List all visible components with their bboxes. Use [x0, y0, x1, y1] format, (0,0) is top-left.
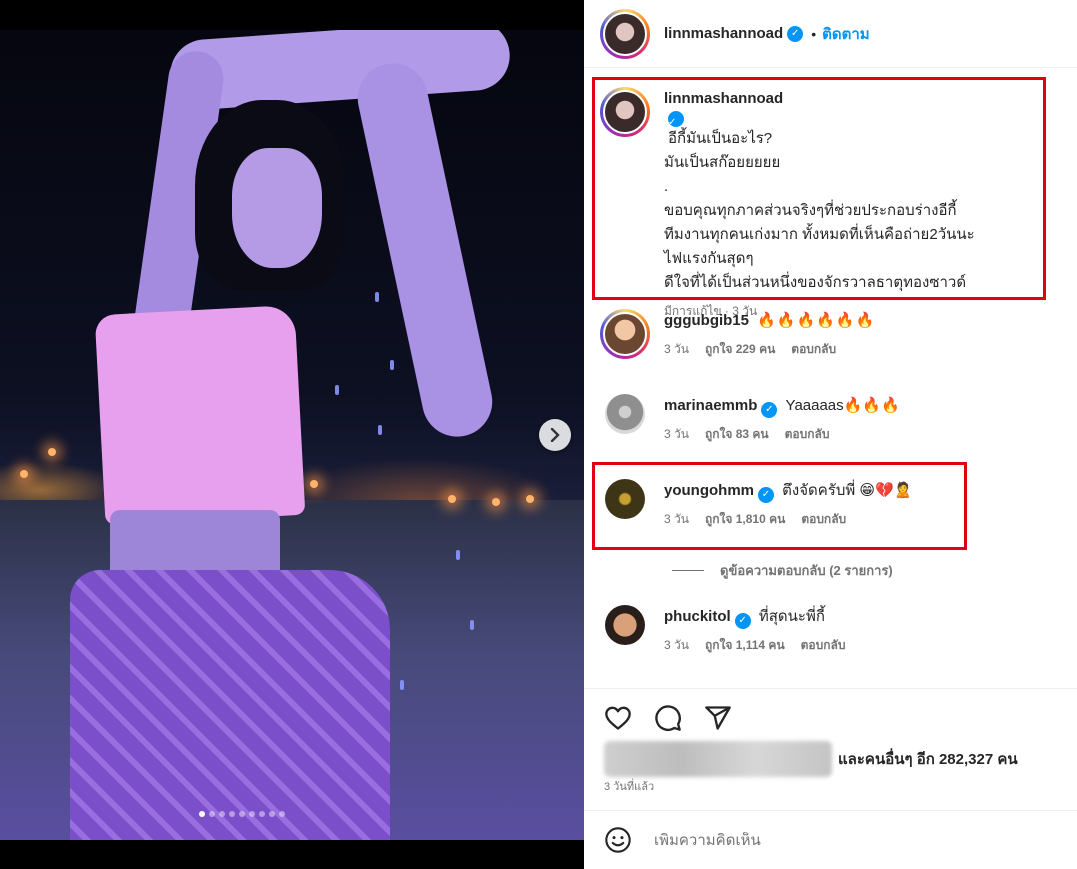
carousel-dot — [239, 811, 245, 817]
likes-count: และคนอื่นๆ อีก 282,327 คน — [838, 751, 1018, 768]
likes-summary[interactable]: และคนอื่นๆ อีก 282,327 คน — [604, 741, 1018, 777]
caption-line: ขอบคุณทุกภาคส่วนจริงๆที่ช่วยประกอบร่างอี… — [664, 202, 957, 219]
comment-likes[interactable]: ถูกใจ 229 คน — [705, 337, 775, 361]
figure-arm — [351, 56, 499, 444]
comment-item: gggubgib15 🔥🔥🔥🔥🔥🔥 3 วัน ถูกใจ 229 คน ตอบ… — [584, 309, 1077, 361]
water-drop — [378, 425, 382, 435]
post-photo — [0, 30, 584, 840]
post-panel: linnmashannoad ✓ • ติดตาม linnmashannoad… — [584, 0, 1077, 869]
carousel-dot — [279, 811, 285, 817]
send-icon[interactable] — [704, 704, 732, 732]
comment-likes[interactable]: ถูกใจ 1,810 คน — [705, 507, 785, 531]
comments-list[interactable]: linnmashannoad ✓ อีกี้มันเป็นอะไร? มันเป็… — [584, 69, 1077, 687]
verified-badge-icon: ✓ — [734, 613, 751, 629]
figure-top — [94, 304, 306, 526]
avatar — [603, 312, 647, 356]
comment-icon[interactable] — [654, 704, 682, 732]
follow-button[interactable]: ติดตาม — [822, 22, 870, 46]
caption-avatar[interactable] — [600, 87, 650, 137]
reply-button[interactable]: ตอบกลับ — [785, 422, 830, 446]
comment-text: ตึงจัดครับพี่ 😁💔🙎 — [782, 482, 913, 499]
author-avatar[interactable] — [600, 8, 650, 59]
verified-badge-icon: ✓ — [758, 487, 774, 503]
comment-likes[interactable]: ถูกใจ 83 คน — [705, 422, 769, 446]
photo-light — [448, 495, 456, 503]
water-drop — [400, 680, 404, 690]
water-drop — [335, 385, 339, 395]
comment-time[interactable]: 3 วัน — [664, 422, 689, 446]
comment-time[interactable]: 3 วัน — [664, 633, 689, 657]
carousel-dot — [199, 811, 205, 817]
verified-badge-icon: ✓ — [668, 111, 684, 128]
header-separator: • — [811, 25, 817, 42]
photo-light — [48, 448, 56, 456]
carousel-dot — [269, 811, 275, 817]
water-drop — [456, 550, 460, 560]
caption-line: ไฟแรงกันสุดๆ — [664, 250, 754, 267]
verified-badge-icon: ✓ — [787, 25, 804, 42]
caption-username[interactable]: linnmashannoad — [664, 87, 975, 111]
smiley-icon[interactable] — [604, 826, 632, 854]
comment-text: 🔥🔥🔥🔥🔥🔥 — [757, 312, 876, 329]
comment-time[interactable]: 3 วัน — [664, 337, 689, 361]
carousel-indicator — [199, 811, 285, 817]
figure-pants — [70, 570, 390, 840]
caption-line: ดีใจที่ได้เป็นส่วนหนึ่งของจักรวาลธาตุทอง… — [664, 274, 967, 291]
reply-button[interactable]: ตอบกลับ — [801, 507, 846, 531]
caption-line: มันเป็นสก๊อยยยยย — [664, 154, 781, 171]
photo-light — [20, 470, 28, 478]
replies-divider — [672, 570, 704, 571]
reply-button[interactable]: ตอบกลับ — [791, 337, 836, 361]
chevron-right-icon — [550, 428, 560, 442]
photo-light — [310, 480, 318, 488]
action-bar — [584, 688, 1077, 732]
caption: linnmashannoad ✓ อีกี้มันเป็นอะไร? มันเป็… — [584, 87, 1077, 323]
figure-face — [232, 148, 322, 268]
post-header: linnmashannoad ✓ • ติดตาม — [584, 0, 1077, 68]
caption-line: ทีมงานทุกคนเก่งมาก ทั้งหมดที่เห็นคือถ่าย… — [664, 226, 975, 243]
comment-avatar[interactable] — [605, 479, 645, 519]
photo-light — [526, 495, 534, 503]
reply-button[interactable]: ตอบกลับ — [801, 633, 846, 657]
comment-avatar[interactable] — [605, 394, 645, 434]
carousel-dot — [249, 811, 255, 817]
add-comment-bar — [584, 810, 1077, 869]
caption-line: . — [664, 178, 669, 195]
comment-username[interactable]: phuckitol — [664, 608, 731, 625]
carousel-dot — [229, 811, 235, 817]
comment-username[interactable]: marinaemmb — [664, 397, 757, 414]
comment-text: ที่สุดนะพี่กี้ — [758, 608, 825, 625]
comment-item: youngohmm ✓ ตึงจัดครับพี่ 😁💔🙎 3 วัน ถูกใจ… — [584, 479, 1077, 531]
photo-light — [492, 498, 500, 506]
comment-avatar[interactable] — [600, 309, 650, 359]
caption-line: อีกี้มันเป็นอะไร? — [668, 130, 773, 147]
view-replies-label: ดูข้อความตอบกลับ (2 รายการ) — [720, 563, 893, 578]
heart-icon[interactable] — [604, 704, 632, 732]
post-media — [0, 0, 584, 869]
comment-username[interactable]: gggubgib15 — [664, 312, 749, 329]
verified-badge-icon: ✓ — [761, 402, 778, 418]
comment-username[interactable]: youngohmm — [664, 482, 754, 499]
water-drop — [470, 620, 474, 630]
carousel-dot — [209, 811, 215, 817]
blurred-likers — [604, 741, 832, 777]
carousel-dot — [219, 811, 225, 817]
carousel-next-button[interactable] — [539, 419, 571, 451]
comment-likes[interactable]: ถูกใจ 1,114 คน — [705, 633, 785, 657]
water-drop — [390, 360, 394, 370]
avatar — [603, 11, 647, 56]
comment-avatar[interactable] — [605, 605, 645, 645]
comment-item: marinaemmb ✓ Yaaaaas🔥🔥🔥 3 วัน ถูกใจ 83 คน… — [584, 394, 1077, 446]
comment-time[interactable]: 3 วัน — [664, 507, 689, 531]
view-replies-button[interactable]: ดูข้อความตอบกลับ (2 รายการ) — [672, 560, 893, 581]
comment-input[interactable] — [654, 831, 1014, 849]
post-time[interactable]: 3 วันที่แล้ว — [604, 777, 654, 795]
comment-item: phuckitol ✓ ที่สุดนะพี่กี้ 3 วัน ถูกใจ 1,… — [584, 605, 1077, 657]
carousel-dot — [259, 811, 265, 817]
avatar — [603, 90, 647, 134]
water-drop — [375, 292, 379, 302]
comment-text: Yaaaaas🔥🔥🔥 — [785, 397, 900, 414]
author-username[interactable]: linnmashannoad — [664, 25, 783, 42]
